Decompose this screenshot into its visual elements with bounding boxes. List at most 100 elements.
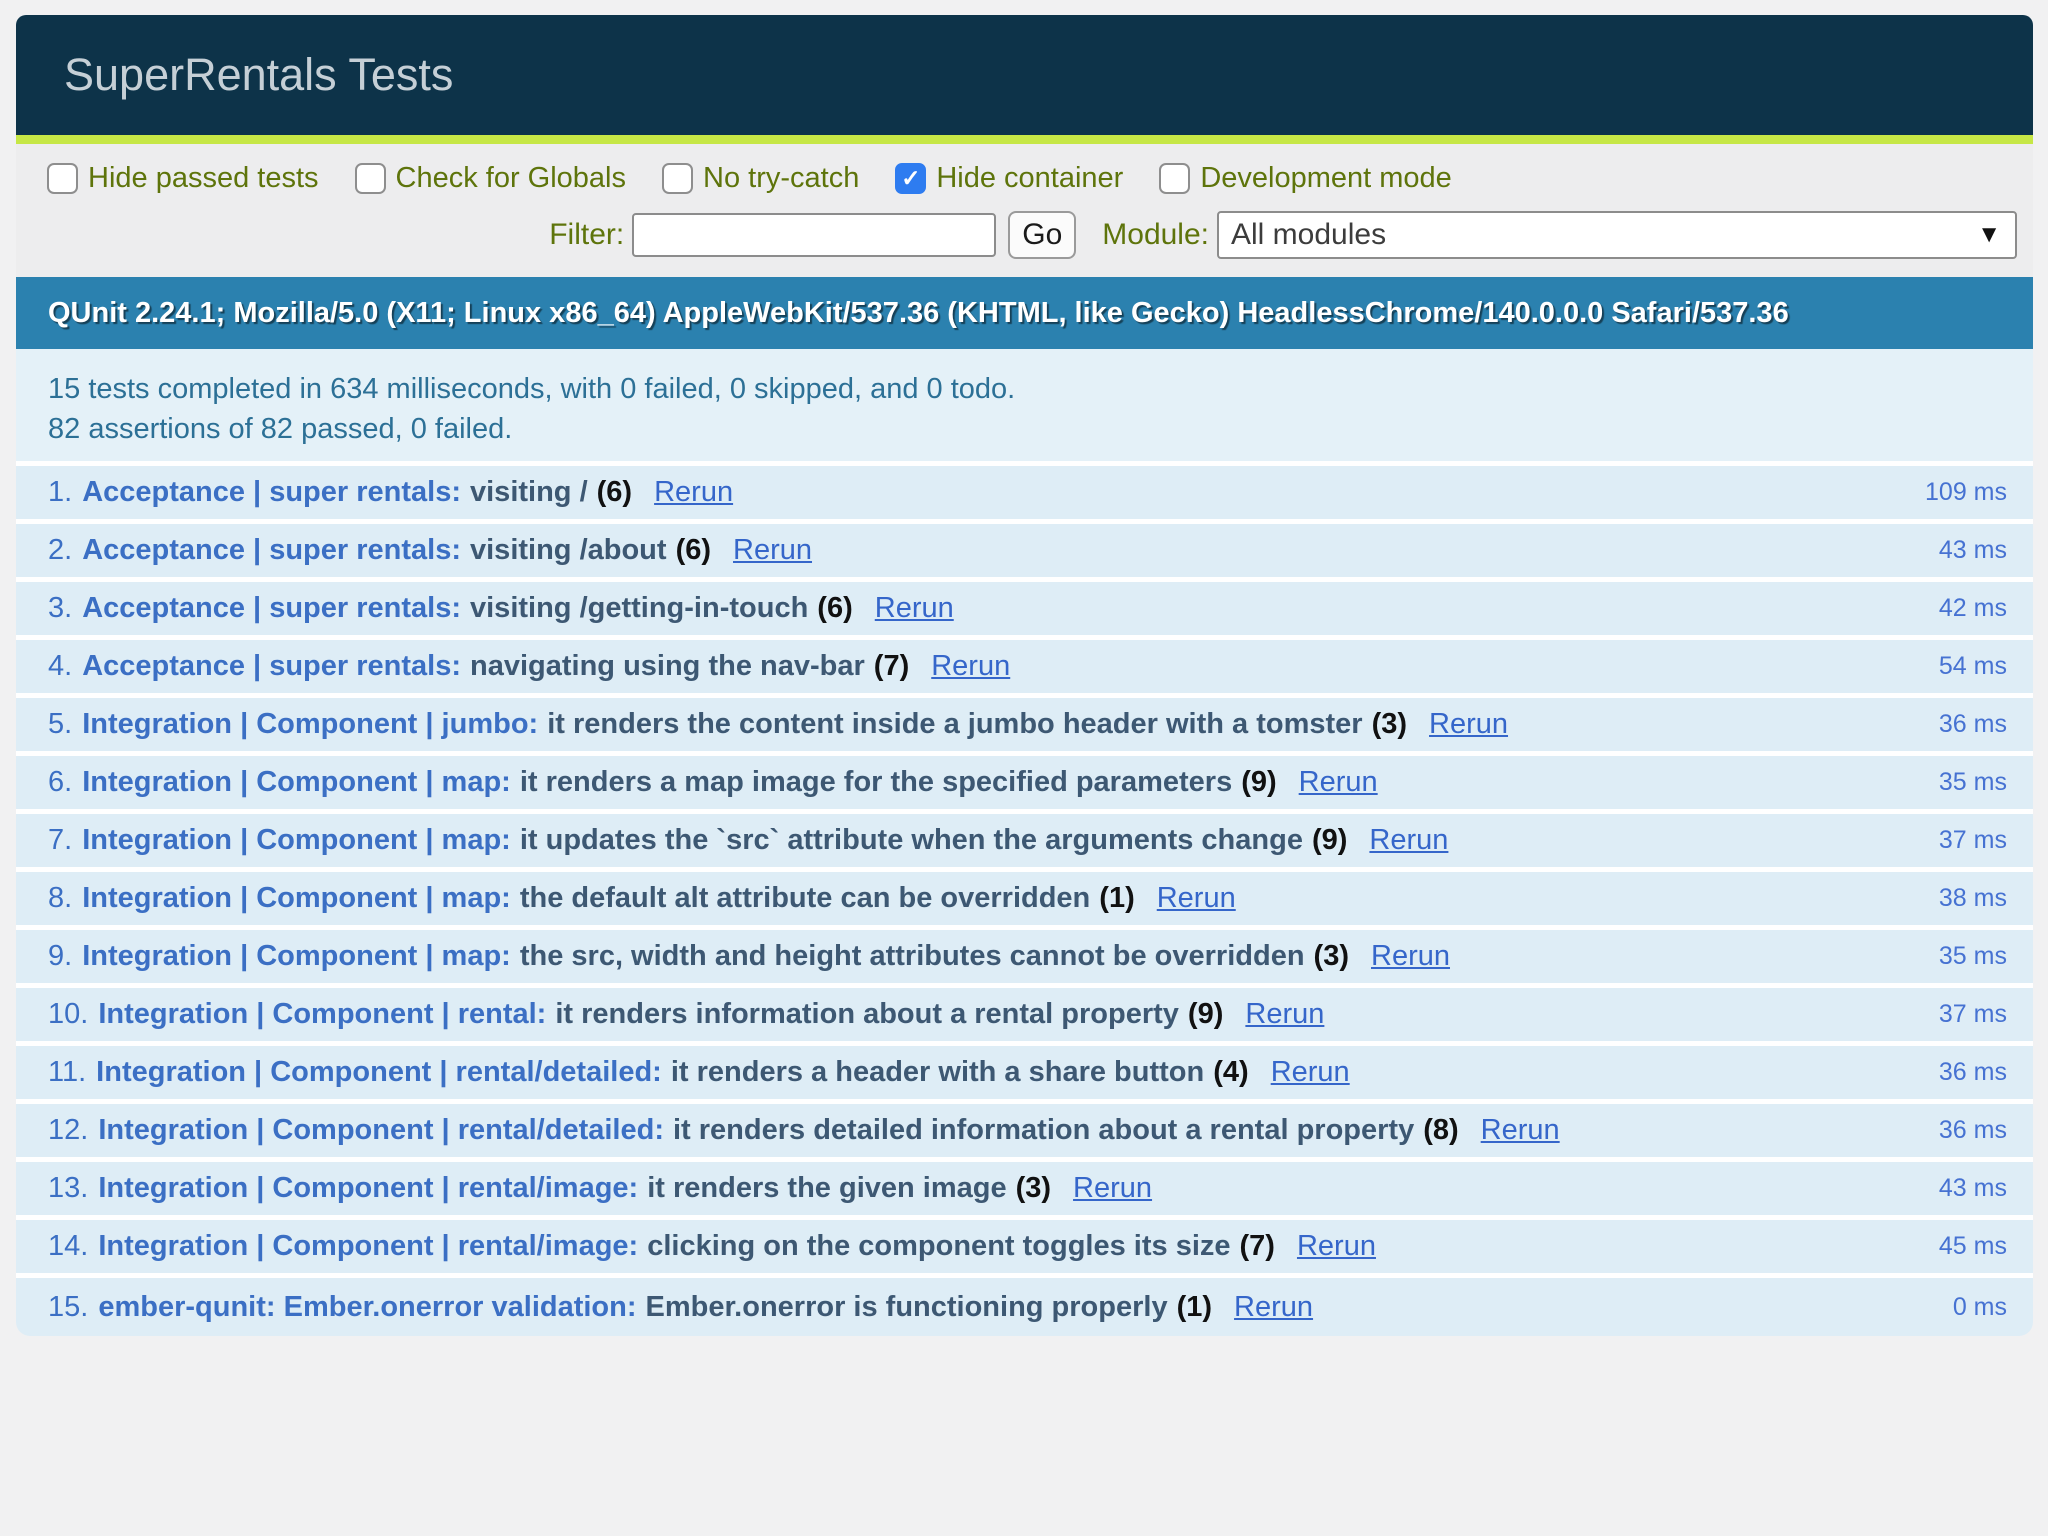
test-row[interactable]: 10. Integration | Component | rental: it…: [16, 988, 2033, 1046]
test-module-name[interactable]: Integration | Component | rental/detaile…: [96, 1056, 662, 1089]
test-row[interactable]: 15. ember-qunit: Ember.onerror validatio…: [16, 1278, 2033, 1336]
test-name[interactable]: visiting /getting-in-touch: [470, 592, 808, 625]
assertion-count[interactable]: (9): [1241, 766, 1276, 799]
assertion-count[interactable]: (9): [1188, 998, 1223, 1031]
checkbox[interactable]: [355, 163, 386, 194]
test-row[interactable]: 6. Integration | Component | map: it ren…: [16, 756, 2033, 814]
rerun-link[interactable]: Rerun: [1429, 708, 1508, 741]
assertion-count[interactable]: (3): [1372, 708, 1407, 741]
test-module-name[interactable]: Integration | Component | map:: [82, 940, 511, 973]
test-runtime: 43 ms: [1939, 1174, 2007, 1203]
test-name[interactable]: the default alt attribute can be overrid…: [520, 882, 1090, 915]
rerun-link[interactable]: Rerun: [1157, 882, 1236, 915]
test-row[interactable]: 12. Integration | Component | rental/det…: [16, 1104, 2033, 1162]
rerun-link[interactable]: Rerun: [1299, 766, 1378, 799]
module-select[interactable]: All modules ▼: [1217, 211, 2017, 259]
test-name[interactable]: it renders the given image: [647, 1172, 1006, 1205]
test-row[interactable]: 3. Acceptance | super rentals: visiting …: [16, 582, 2033, 640]
test-number: 6.: [48, 766, 72, 799]
test-row[interactable]: 7. Integration | Component | map: it upd…: [16, 814, 2033, 872]
test-module-name[interactable]: Acceptance | super rentals:: [82, 592, 461, 625]
test-row[interactable]: 1. Acceptance | super rentals: visiting …: [16, 466, 2033, 524]
test-name[interactable]: Ember.onerror is functioning properly: [646, 1291, 1168, 1324]
rerun-link[interactable]: Rerun: [1369, 824, 1448, 857]
testrunner-toolbar: Hide passed tests Check for Globals No t…: [16, 144, 2033, 277]
test-module-name[interactable]: Integration | Component | map:: [82, 766, 511, 799]
test-module-name[interactable]: Acceptance | super rentals:: [82, 534, 461, 567]
test-row[interactable]: 2. Acceptance | super rentals: visiting …: [16, 524, 2033, 582]
rerun-link[interactable]: Rerun: [1297, 1230, 1376, 1263]
rerun-link[interactable]: Rerun: [733, 534, 812, 567]
rerun-link[interactable]: Rerun: [654, 476, 733, 509]
test-row[interactable]: 14. Integration | Component | rental/ima…: [16, 1220, 2033, 1278]
assertion-count[interactable]: (8): [1423, 1114, 1458, 1147]
rerun-link[interactable]: Rerun: [1371, 940, 1450, 973]
assertion-count[interactable]: (3): [1314, 940, 1349, 973]
toolbar-checkbox-item[interactable]: No try-catch: [662, 162, 859, 195]
test-module-name[interactable]: Integration | Component | map:: [82, 824, 511, 857]
rerun-link[interactable]: Rerun: [875, 592, 954, 625]
test-name[interactable]: it renders information about a rental pr…: [555, 998, 1179, 1031]
test-module-name[interactable]: Integration | Component | map:: [82, 882, 511, 915]
rerun-link[interactable]: Rerun: [931, 650, 1010, 683]
assertion-count[interactable]: (6): [817, 592, 852, 625]
test-row[interactable]: 9. Integration | Component | map: the sr…: [16, 930, 2033, 988]
toolbar-checkbox-item[interactable]: Hide passed tests: [47, 162, 319, 195]
test-module-name[interactable]: Acceptance | super rentals:: [82, 650, 461, 683]
assertion-count[interactable]: (6): [597, 476, 632, 509]
pass-banner: [16, 135, 2033, 144]
test-name[interactable]: the src, width and height attributes can…: [520, 940, 1305, 973]
assertion-count[interactable]: (4): [1213, 1056, 1248, 1089]
test-name[interactable]: it updates the `src` attribute when the …: [520, 824, 1303, 857]
checkbox[interactable]: ✓: [895, 163, 926, 194]
qunit-app: SuperRentals Tests Hide passed tests Che…: [16, 15, 2033, 1336]
filter-label: Filter:: [549, 218, 624, 252]
toolbar-checkbox-item[interactable]: ✓ Hide container: [895, 162, 1123, 195]
test-module-name[interactable]: Integration | Component | rental/image:: [98, 1172, 638, 1205]
toolbar-checkbox-item[interactable]: Development mode: [1159, 162, 1451, 195]
test-name[interactable]: visiting /: [470, 476, 588, 509]
test-module-name[interactable]: Integration | Component | jumbo:: [82, 708, 538, 741]
test-name[interactable]: it renders detailed information about a …: [673, 1114, 1414, 1147]
test-name[interactable]: navigating using the nav-bar: [470, 650, 865, 683]
rerun-link[interactable]: Rerun: [1234, 1291, 1313, 1324]
test-module-name[interactable]: ember-qunit: Ember.onerror validation:: [98, 1291, 636, 1324]
rerun-link[interactable]: Rerun: [1073, 1172, 1152, 1205]
filter-input[interactable]: [632, 213, 996, 257]
test-number: 8.: [48, 882, 72, 915]
assertion-count[interactable]: (6): [676, 534, 711, 567]
test-number: 5.: [48, 708, 72, 741]
test-name[interactable]: it renders the content inside a jumbo he…: [547, 708, 1362, 741]
test-runtime: 36 ms: [1939, 1058, 2007, 1087]
test-runtime: 109 ms: [1925, 478, 2007, 507]
assertion-count[interactable]: (9): [1312, 824, 1347, 857]
assertion-count[interactable]: (1): [1099, 882, 1134, 915]
assertion-count[interactable]: (3): [1016, 1172, 1051, 1205]
assertion-count[interactable]: (1): [1177, 1291, 1212, 1324]
checkbox[interactable]: [662, 163, 693, 194]
rerun-link[interactable]: Rerun: [1481, 1114, 1560, 1147]
test-name[interactable]: visiting /about: [470, 534, 667, 567]
test-module-name[interactable]: Integration | Component | rental:: [98, 998, 546, 1031]
go-button[interactable]: Go: [1008, 211, 1076, 259]
checkbox[interactable]: [47, 163, 78, 194]
test-runtime: 38 ms: [1939, 884, 2007, 913]
test-name[interactable]: it renders a header with a share button: [671, 1056, 1204, 1089]
test-name[interactable]: clicking on the component toggles its si…: [647, 1230, 1230, 1263]
test-module-name[interactable]: Acceptance | super rentals:: [82, 476, 461, 509]
checkbox[interactable]: [1159, 163, 1190, 194]
test-row[interactable]: 4. Acceptance | super rentals: navigatin…: [16, 640, 2033, 698]
assertion-count[interactable]: (7): [1240, 1230, 1275, 1263]
test-row[interactable]: 5. Integration | Component | jumbo: it r…: [16, 698, 2033, 756]
test-number: 7.: [48, 824, 72, 857]
test-row[interactable]: 8. Integration | Component | map: the de…: [16, 872, 2033, 930]
assertion-count[interactable]: (7): [874, 650, 909, 683]
rerun-link[interactable]: Rerun: [1245, 998, 1324, 1031]
test-name[interactable]: it renders a map image for the specified…: [520, 766, 1232, 799]
test-module-name[interactable]: Integration | Component | rental/detaile…: [98, 1114, 664, 1147]
test-module-name[interactable]: Integration | Component | rental/image:: [98, 1230, 638, 1263]
test-row[interactable]: 13. Integration | Component | rental/ima…: [16, 1162, 2033, 1220]
toolbar-checkbox-item[interactable]: Check for Globals: [355, 162, 627, 195]
rerun-link[interactable]: Rerun: [1271, 1056, 1350, 1089]
test-row[interactable]: 11. Integration | Component | rental/det…: [16, 1046, 2033, 1104]
